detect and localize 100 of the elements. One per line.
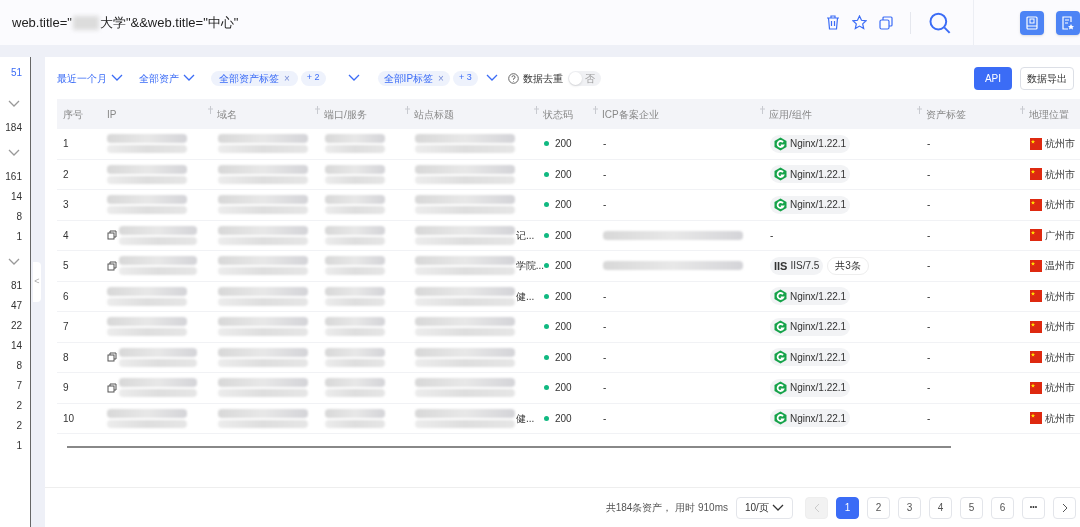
column-header[interactable]: 应用/组件 (769, 106, 812, 122)
count-label[interactable]: 7 (16, 376, 22, 396)
count-label[interactable]: 1 (16, 227, 22, 247)
page-button[interactable]: 5 (960, 496, 983, 519)
component-tag[interactable]: Nginx/1.22.1 (770, 317, 851, 336)
count-label[interactable]: 184 (5, 118, 22, 138)
component-tag[interactable]: Nginx/1.22.1 (770, 287, 851, 306)
count-label[interactable]: 1 (16, 436, 22, 456)
row-number: 5 (62, 259, 70, 274)
search-icon[interactable] (929, 11, 952, 34)
trash-icon[interactable] (826, 15, 841, 30)
component-tag[interactable]: IIS IIS/7.5 (770, 256, 824, 275)
table-row[interactable]: 1 200 - Nginx/1.22.1 - 杭州市 (57, 129, 1080, 160)
column-header[interactable]: 序号 (63, 106, 83, 122)
icp-text: - (603, 321, 607, 333)
table-row[interactable]: 2 200 - Nginx/1.22.1 - 杭州市 (57, 159, 1080, 190)
nginx-logo-icon (774, 136, 787, 151)
iis-logo: IIS (774, 258, 788, 274)
profile-book-button[interactable] (1020, 10, 1044, 35)
table-row[interactable]: 7 200 - Nginx/1.22.1 - 杭州市 (57, 312, 1080, 343)
row-number: 10 (62, 411, 76, 426)
status-code: 200 (555, 228, 572, 243)
site-title-text: 健... (516, 289, 535, 304)
location-text: 杭州市 (1045, 137, 1075, 152)
asset-tag-text: - (927, 412, 931, 424)
asset-type-dropdown[interactable]: 全部资产 (139, 70, 195, 86)
ip-tag-chip[interactable]: 全部IP标签 × (377, 70, 450, 86)
column-resize-icon[interactable] (1020, 106, 1025, 114)
nginx-logo-icon (774, 411, 787, 426)
copy-icon[interactable] (107, 352, 117, 363)
icp-text: - (603, 138, 607, 150)
column-resize-icon[interactable] (593, 106, 598, 114)
component-tag[interactable]: Nginx/1.22.1 (770, 348, 851, 367)
redacted-block (325, 378, 385, 398)
table-row[interactable]: 9 200 - Nginx/1.22.1 - 杭州市 (57, 373, 1080, 404)
location-text: 杭州市 (1045, 198, 1075, 213)
page-button[interactable]: 1 (836, 496, 859, 519)
column-resize-icon[interactable] (917, 106, 922, 114)
star-icon[interactable] (852, 15, 868, 30)
count-label[interactable]: 161 (5, 167, 22, 187)
count-label[interactable]: 2 (16, 396, 22, 416)
component-tag[interactable]: Nginx/1.22.1 (770, 378, 851, 397)
api-button[interactable]: API (974, 66, 1012, 90)
component-tag[interactable]: Nginx/1.22.1 (770, 195, 851, 214)
status-code: 200 (555, 137, 572, 152)
table-row[interactable]: 8 200 - Nginx/1.22.1 - 杭州市 (57, 342, 1080, 373)
count-label[interactable]: 8 (16, 207, 22, 227)
redacted-block (325, 195, 385, 215)
copy-icon[interactable] (107, 260, 117, 271)
row-number: 2 (62, 167, 70, 182)
table-row[interactable]: 5 学院... 200 IIS IIS/7.5 共3条 - 温州市 (57, 251, 1080, 282)
count-label[interactable]: 2 (16, 416, 22, 436)
column-resize-icon[interactable] (760, 106, 765, 114)
page-button[interactable]: 2 (867, 496, 890, 519)
starred-document-button[interactable] (1056, 10, 1080, 35)
page-button[interactable]: 3 (898, 496, 921, 519)
column-resize-icon[interactable] (405, 106, 410, 114)
time-range-dropdown[interactable]: 最近一个月 (57, 70, 123, 86)
table-row[interactable]: 6 健... 200 - Nginx/1.22.1 - 杭州市 (57, 281, 1080, 312)
count-label[interactable]: 22 (10, 316, 22, 336)
column-resize-icon[interactable] (534, 106, 539, 114)
count-label[interactable]: 8 (16, 356, 22, 376)
chevron-down-icon (485, 74, 498, 82)
count-label[interactable]: 81 (10, 276, 22, 296)
count-label[interactable]: 47 (10, 296, 22, 316)
status-code: 200 (555, 411, 572, 426)
copy-icon[interactable] (107, 230, 117, 241)
column-header[interactable]: 站点标题 (414, 106, 454, 122)
table-row[interactable]: 4 记... 200 - - 广州市 (57, 220, 1080, 251)
component-tag[interactable]: Nginx/1.22.1 (770, 409, 851, 428)
status-code: 200 (555, 320, 572, 335)
page-size-dropdown[interactable]: 10/页 (736, 496, 793, 519)
count-label[interactable]: 14 (10, 187, 22, 207)
copy-icon[interactable] (107, 382, 117, 393)
page-button[interactable]: 4 (929, 496, 952, 519)
count-label[interactable]: 14 (10, 336, 22, 356)
asset-tag-text: - (927, 138, 931, 150)
export-button[interactable]: 数据导出 (1020, 66, 1074, 90)
asset-tag-chip[interactable]: 全部资产标签 × (211, 70, 298, 86)
more-tags-chip[interactable]: + 3 (452, 70, 478, 86)
column-resize-icon[interactable] (315, 106, 320, 114)
help-icon[interactable] (507, 72, 519, 84)
table-row[interactable]: 3 200 - Nginx/1.22.1 - 杭州市 (57, 190, 1080, 221)
location-text: 广州市 (1045, 228, 1075, 243)
row-number: 7 (62, 320, 70, 335)
icp-text: - (603, 290, 607, 302)
china-flag-icon (1030, 168, 1042, 181)
status-code: 200 (555, 198, 572, 213)
table-row[interactable]: 10 健... 200 - Nginx/1.22.1 - 杭州市 (57, 403, 1080, 434)
component-tag[interactable]: Nginx/1.22.1 (770, 134, 851, 153)
count-label[interactable]: 51 (10, 57, 22, 89)
copy-icon[interactable] (879, 15, 894, 30)
column-header[interactable]: 域名 (217, 106, 237, 122)
status-code: 200 (555, 259, 572, 274)
icp-text: - (603, 382, 607, 394)
horizontal-scrollbar[interactable] (67, 446, 951, 448)
component-tag[interactable]: Nginx/1.22.1 (770, 165, 851, 184)
page-button[interactable]: 6 (991, 496, 1014, 519)
more-tags-chip[interactable]: + 2 (300, 70, 326, 86)
column-resize-icon[interactable] (208, 106, 213, 114)
